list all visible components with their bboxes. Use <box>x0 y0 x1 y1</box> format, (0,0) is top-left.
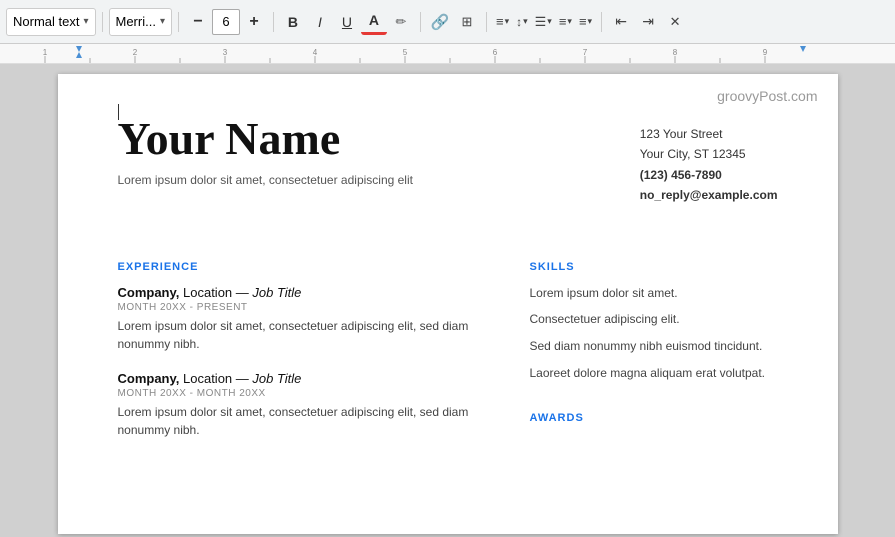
bullets-chevron-icon: ▾ <box>567 16 572 27</box>
font-label: Merri... <box>116 14 156 29</box>
numbering-chevron-icon: ▾ <box>588 16 593 27</box>
toolbar: Normal text ▾ Merri... ▾ − + B I U A ✏ 🔗… <box>0 0 895 44</box>
ruler: 1 2 3 4 5 6 7 8 9 <box>0 44 895 64</box>
experience-header: EXPERIENCE <box>118 261 490 273</box>
highlight-button[interactable]: ✏ <box>388 9 414 35</box>
separator-2 <box>178 12 179 32</box>
skill-item-2: Consectetuer adipiscing elit. <box>530 311 778 328</box>
job-role-2: Job Title <box>252 371 301 386</box>
contact-phone: (123) 456-7890 <box>640 165 778 185</box>
svg-text:5: 5 <box>403 48 408 57</box>
checklist-icon: ☰ <box>535 14 547 30</box>
insert-button[interactable]: ⊞ <box>454 9 480 35</box>
font-size-input[interactable] <box>212 9 240 35</box>
skill-item-1: Lorem ipsum dolor sit amet. <box>530 285 778 302</box>
link-button[interactable]: 🔗 <box>427 9 453 35</box>
font-dropdown[interactable]: Merri... ▾ <box>109 8 172 36</box>
job-location-1: Location — <box>179 285 252 300</box>
job-entry-2: Company, Location — Job Title MONTH 20XX… <box>118 371 490 439</box>
font-size-group: − + <box>185 9 267 35</box>
underline-button[interactable]: U <box>334 9 360 35</box>
awards-header: AWARDS <box>530 412 778 424</box>
contact-email: no_reply@example.com <box>640 185 778 205</box>
job-company-2: Company, <box>118 371 180 386</box>
line-spacing-icon: ↕ <box>516 15 522 29</box>
resume-left-col: EXPERIENCE Company, Location — Job Title… <box>118 241 490 457</box>
separator-6 <box>601 12 602 32</box>
resume-name: Your Name <box>118 114 413 165</box>
contact-block: 123 Your Street Your City, ST 12345 (123… <box>640 124 778 206</box>
name-block: Your Name Lorem ipsum dolor sit amet, co… <box>118 114 413 217</box>
svg-text:2: 2 <box>133 48 138 57</box>
job-title-line-2: Company, Location — Job Title <box>118 371 490 386</box>
job-desc-2: Lorem ipsum dolor sit amet, consectetuer… <box>118 403 490 439</box>
font-chevron-icon: ▾ <box>160 16 165 27</box>
page[interactable]: groovyPost.com Your Name Lorem ipsum dol… <box>58 74 838 534</box>
job-title-line-1: Company, Location — Job Title <box>118 285 490 300</box>
style-label: Normal text <box>13 14 79 29</box>
svg-text:1: 1 <box>43 48 48 57</box>
skills-header: SKILLS <box>530 261 778 273</box>
font-color-button[interactable]: A <box>361 9 387 35</box>
bullets-icon: ≡ <box>559 14 567 29</box>
align-icon: ≡ <box>496 14 504 29</box>
checklist-dropdown-button[interactable]: ☰ ▾ <box>532 9 555 35</box>
align-dropdown-button[interactable]: ≡ ▾ <box>493 9 512 35</box>
insert-group: 🔗 ⊞ <box>427 9 480 35</box>
job-entry-1: Company, Location — Job Title MONTH 20XX… <box>118 285 490 353</box>
job-role-1: Job Title <box>252 285 301 300</box>
bullets-dropdown-button[interactable]: ≡ ▾ <box>556 9 575 35</box>
separator-4 <box>420 12 421 32</box>
font-size-increase-button[interactable]: + <box>241 9 267 35</box>
checklist-chevron-icon: ▾ <box>547 16 552 27</box>
align-chevron-icon: ▾ <box>505 16 510 27</box>
bold-button[interactable]: B <box>280 9 306 35</box>
watermark: groovyPost.com <box>717 88 817 104</box>
separator-5 <box>486 12 487 32</box>
indent-increase-button[interactable]: ⇥ <box>635 9 661 35</box>
clear-format-button[interactable]: ✕ <box>662 9 688 35</box>
line-spacing-chevron-icon: ▾ <box>523 16 528 27</box>
font-size-decrease-button[interactable]: − <box>185 9 211 35</box>
line-spacing-dropdown-button[interactable]: ↕ ▾ <box>513 9 531 35</box>
job-location-2: Location — <box>179 371 252 386</box>
separator-3 <box>273 12 274 32</box>
skill-item-4: Laoreet dolore magna aliquam erat volutp… <box>530 365 778 382</box>
contact-city: Your City, ST 12345 <box>640 144 778 164</box>
style-chevron-icon: ▾ <box>83 16 88 27</box>
contact-street: 123 Your Street <box>640 124 778 144</box>
svg-text:6: 6 <box>493 48 498 57</box>
job-company-1: Company, <box>118 285 180 300</box>
svg-text:8: 8 <box>673 48 678 57</box>
job-date-1: MONTH 20XX - PRESENT <box>118 302 490 313</box>
separator-1 <box>102 12 103 32</box>
indent-group: ⇤ ⇥ ✕ <box>608 9 688 35</box>
svg-text:7: 7 <box>583 48 588 57</box>
svg-text:4: 4 <box>313 48 318 57</box>
job-date-2: MONTH 20XX - MONTH 20XX <box>118 388 490 399</box>
document-area: groovyPost.com Your Name Lorem ipsum dol… <box>0 64 895 537</box>
numbering-icon: ≡ <box>579 14 587 29</box>
numbering-dropdown-button[interactable]: ≡ ▾ <box>576 9 595 35</box>
align-group: ≡ ▾ ↕ ▾ ☰ ▾ ≡ ▾ ≡ ▾ <box>493 9 595 35</box>
resume-header: Your Name Lorem ipsum dolor sit amet, co… <box>118 114 778 217</box>
resume-body: EXPERIENCE Company, Location — Job Title… <box>118 241 778 457</box>
indent-decrease-button[interactable]: ⇤ <box>608 9 634 35</box>
job-desc-1: Lorem ipsum dolor sit amet, consectetuer… <box>118 317 490 353</box>
text-format-group: B I U A ✏ <box>280 9 414 35</box>
svg-text:9: 9 <box>763 48 768 57</box>
resume-right-col: SKILLS Lorem ipsum dolor sit amet. Conse… <box>530 241 778 457</box>
svg-text:3: 3 <box>223 48 228 57</box>
resume-tagline: Lorem ipsum dolor sit amet, consectetuer… <box>118 173 413 187</box>
italic-button[interactable]: I <box>307 9 333 35</box>
skill-item-3: Sed diam nonummy nibh euismod tincidunt. <box>530 338 778 355</box>
style-dropdown[interactable]: Normal text ▾ <box>6 8 96 36</box>
